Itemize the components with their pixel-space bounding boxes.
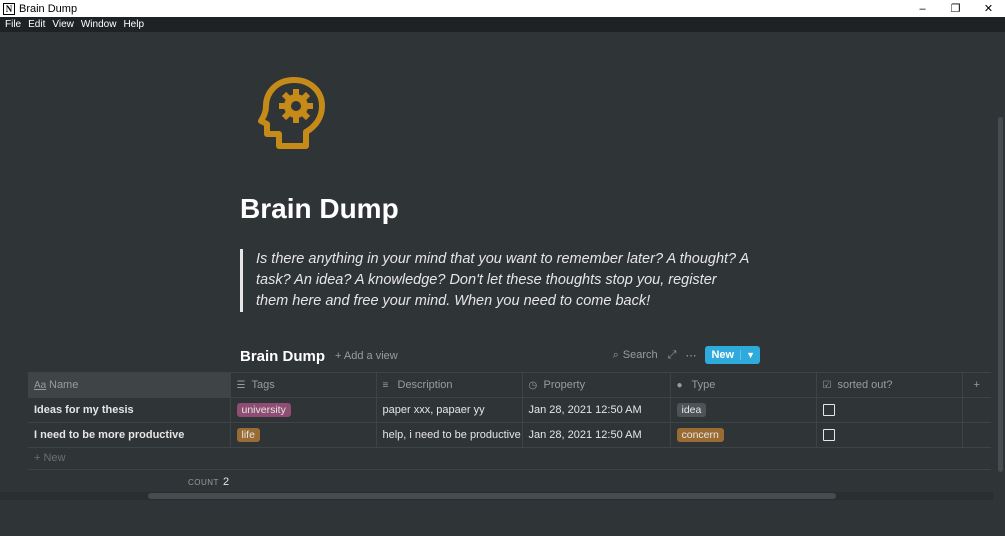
column-label: Name (49, 379, 79, 391)
column-header-property[interactable]: ◷ Property (522, 372, 671, 398)
row-spacer (962, 397, 991, 423)
column-header-type[interactable]: ● Type (670, 372, 817, 398)
row-name[interactable]: Ideas for my thesis (28, 397, 231, 423)
count-footer[interactable]: COUNT 2 (188, 476, 229, 488)
column-header-description[interactable]: ≡ Description (376, 372, 523, 398)
row-tags[interactable]: university (230, 397, 377, 423)
type-badge: idea (676, 403, 707, 417)
minimize-button[interactable]: – (906, 0, 939, 17)
checkbox[interactable] (822, 429, 835, 442)
restore-button[interactable]: ❐ (939, 0, 972, 17)
column-header-name[interactable]: Aa Name (28, 372, 231, 398)
checkbox[interactable] (822, 404, 835, 417)
row-type[interactable]: idea (670, 397, 817, 423)
table-row[interactable]: Ideas for my thesis university paper xxx… (28, 397, 991, 423)
column-label: Tags (251, 379, 275, 391)
expand-icon[interactable]: ⤢ (668, 349, 677, 362)
row-type[interactable]: concern (670, 422, 817, 448)
table-header-row: Aa Name ☰ Tags ≡ Description ◷ Property ● Typ… (28, 372, 991, 398)
column-header-sorted-out[interactable]: ☑ sorted out? (816, 372, 963, 398)
menu-window[interactable]: Window (81, 19, 117, 30)
row-tags[interactable]: life (230, 422, 377, 448)
notion-app-icon: N (3, 2, 15, 15)
select-icon: ● (676, 380, 683, 391)
search-button[interactable]: Search (623, 349, 658, 361)
horizontal-scrollbar[interactable] (0, 492, 993, 500)
clock-icon: ◷ (528, 380, 538, 391)
horizontal-scroll-thumb[interactable] (148, 493, 836, 499)
column-label: sorted out? (837, 379, 893, 391)
vertical-scrollbar[interactable] (995, 32, 1005, 536)
row-sorted-out[interactable] (816, 397, 963, 423)
close-button[interactable]: ✕ (972, 0, 1005, 17)
column-label: Description (397, 379, 453, 391)
row-property[interactable]: Jan 28, 2021 12:50 AM (522, 397, 671, 423)
head-gear-icon[interactable] (258, 76, 328, 152)
menu-bar: File Edit View Window Help (0, 17, 1005, 32)
new-button[interactable]: New ▼ (705, 346, 760, 364)
row-name[interactable]: I need to be more productive (28, 422, 231, 448)
add-view-button[interactable]: + Add a view (335, 350, 398, 362)
multi-select-icon: ☰ (236, 380, 246, 391)
text-lines-icon: ≡ (382, 380, 389, 391)
tag-badge: life (236, 428, 260, 442)
type-badge: concern (676, 428, 724, 442)
vertical-scroll-thumb[interactable] (998, 117, 1003, 472)
column-label: Property (543, 379, 586, 391)
text-property-icon: Aa (34, 380, 47, 391)
search-icon[interactable]: ⌕ (613, 349, 619, 362)
column-header-tags[interactable]: ☰ Tags (230, 372, 377, 398)
new-button-label[interactable]: New (705, 349, 740, 361)
window-title: Brain Dump (19, 2, 78, 15)
checkbox-property-icon: ☑ (822, 380, 832, 391)
menu-help[interactable]: Help (123, 19, 144, 30)
row-description[interactable]: help, i need to be productive (376, 422, 523, 448)
chevron-down-icon[interactable]: ▼ (740, 350, 760, 360)
menu-file[interactable]: File (5, 19, 21, 30)
add-row-button[interactable]: + New (28, 446, 991, 470)
row-sorted-out[interactable] (816, 422, 963, 448)
count-label: COUNT (188, 477, 219, 487)
row-property[interactable]: Jan 28, 2021 12:50 AM (522, 422, 671, 448)
row-description[interactable]: paper xxx, papaer yy (376, 397, 523, 423)
column-label: Type (691, 379, 716, 391)
database-table: Aa Name ☰ Tags ≡ Description ◷ Property ● Typ… (28, 372, 991, 448)
menu-view[interactable]: View (52, 19, 74, 30)
quote-block[interactable]: Is there anything in your mind that you … (240, 249, 750, 312)
database-header: Brain Dump + Add a view ⌕ Search ⤢ ⋯ New… (240, 344, 760, 368)
count-value: 2 (222, 476, 230, 488)
more-icon[interactable]: ⋯ (685, 349, 696, 362)
tag-badge: university (236, 403, 291, 417)
database-title[interactable]: Brain Dump (240, 348, 325, 365)
table-row[interactable]: I need to be more productive life help, … (28, 422, 991, 448)
row-spacer (962, 422, 991, 448)
page-title[interactable]: Brain Dump (240, 193, 399, 225)
add-column-button[interactable]: + (962, 372, 991, 398)
menu-edit[interactable]: Edit (28, 19, 45, 30)
title-bar: N Brain Dump – ❐ ✕ (0, 0, 1005, 17)
